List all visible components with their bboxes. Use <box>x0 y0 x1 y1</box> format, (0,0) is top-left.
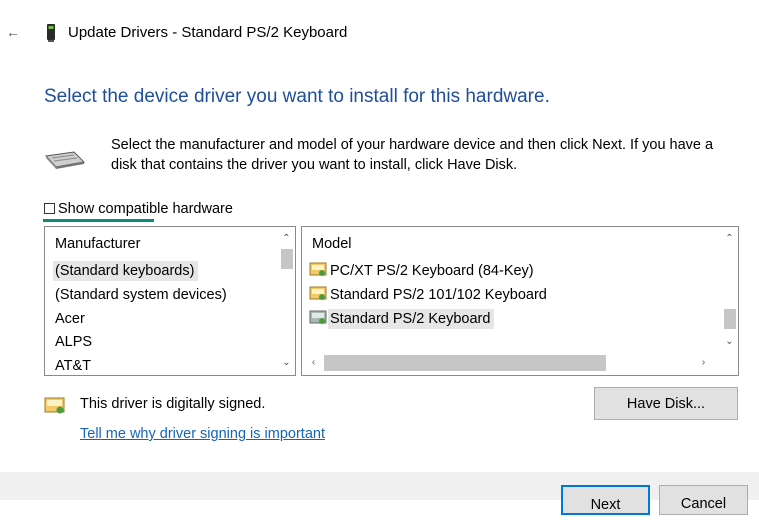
checkbox-box[interactable] <box>44 203 55 214</box>
focus-indicator <box>43 219 154 222</box>
scroll-up-icon[interactable]: ⌃ <box>721 230 738 247</box>
next-button[interactable]: Next <box>561 485 650 515</box>
keyboard-hardware-icon <box>44 148 86 172</box>
back-arrow-icon[interactable]: ← <box>6 22 22 42</box>
next-button-label[interactable]: Next <box>563 490 648 520</box>
cancel-button[interactable]: Cancel <box>659 485 748 515</box>
window-title: Update Drivers - Standard PS/2 Keyboard <box>68 24 348 41</box>
model-vertical-scrollbar[interactable]: ⌃ ⌄ <box>721 227 738 355</box>
manufacturer-item[interactable]: Acer <box>53 309 89 329</box>
scroll-right-icon[interactable]: › <box>695 354 712 371</box>
signed-driver-icon <box>44 397 66 415</box>
scroll-down-icon[interactable]: ⌄ <box>278 354 295 371</box>
manufacturer-scrollbar[interactable]: ⌃ ⌄ <box>278 227 295 375</box>
model-horizontal-scrollbar[interactable]: ‹ › <box>302 352 738 374</box>
manufacturer-item[interactable]: AT&T <box>53 356 95 375</box>
show-compatible-label[interactable]: Show compatible hardware <box>58 200 233 218</box>
model-item[interactable]: Standard PS/2 Keyboard <box>328 309 495 329</box>
scroll-left-icon[interactable]: ‹ <box>305 354 322 371</box>
description-text: Select the manufacturer and model of you… <box>111 137 714 173</box>
scroll-up-icon[interactable]: ⌃ <box>278 230 295 247</box>
manufacturer-item[interactable]: ALPS <box>53 332 96 352</box>
manufacturer-item[interactable]: (Standard system devices) <box>53 285 231 305</box>
have-disk-button[interactable]: Have Disk... <box>594 387 738 420</box>
scroll-thumb[interactable] <box>324 355 606 371</box>
manufacturer-item[interactable]: (Standard keyboards) <box>53 261 199 281</box>
manufacturer-listbox[interactable]: Manufacturer (Standard keyboards) (Stand… <box>44 226 296 376</box>
signed-driver-icon <box>309 262 327 277</box>
signed-status-text: This driver is digitally signed. <box>80 396 266 412</box>
driver-signing-link[interactable]: Tell me why driver signing is important <box>80 425 325 443</box>
scroll-down-icon[interactable]: ⌄ <box>721 333 738 350</box>
signed-driver-icon <box>309 310 327 325</box>
model-header: Model <box>312 236 352 252</box>
signed-driver-icon <box>309 286 327 301</box>
cancel-button-label[interactable]: Cancel <box>660 489 747 519</box>
keyboard-device-icon <box>44 23 58 43</box>
model-listbox[interactable]: Model PC/XT PS/2 Keyboard (84-Key) Stand… <box>301 226 739 376</box>
manufacturer-header: Manufacturer <box>55 236 141 252</box>
scroll-thumb[interactable] <box>281 249 293 269</box>
scroll-thumb[interactable] <box>724 309 736 329</box>
model-item[interactable]: Standard PS/2 101/102 Keyboard <box>328 285 551 305</box>
page-heading: Select the device driver you want to ins… <box>44 86 550 107</box>
model-item[interactable]: PC/XT PS/2 Keyboard (84-Key) <box>328 261 538 281</box>
